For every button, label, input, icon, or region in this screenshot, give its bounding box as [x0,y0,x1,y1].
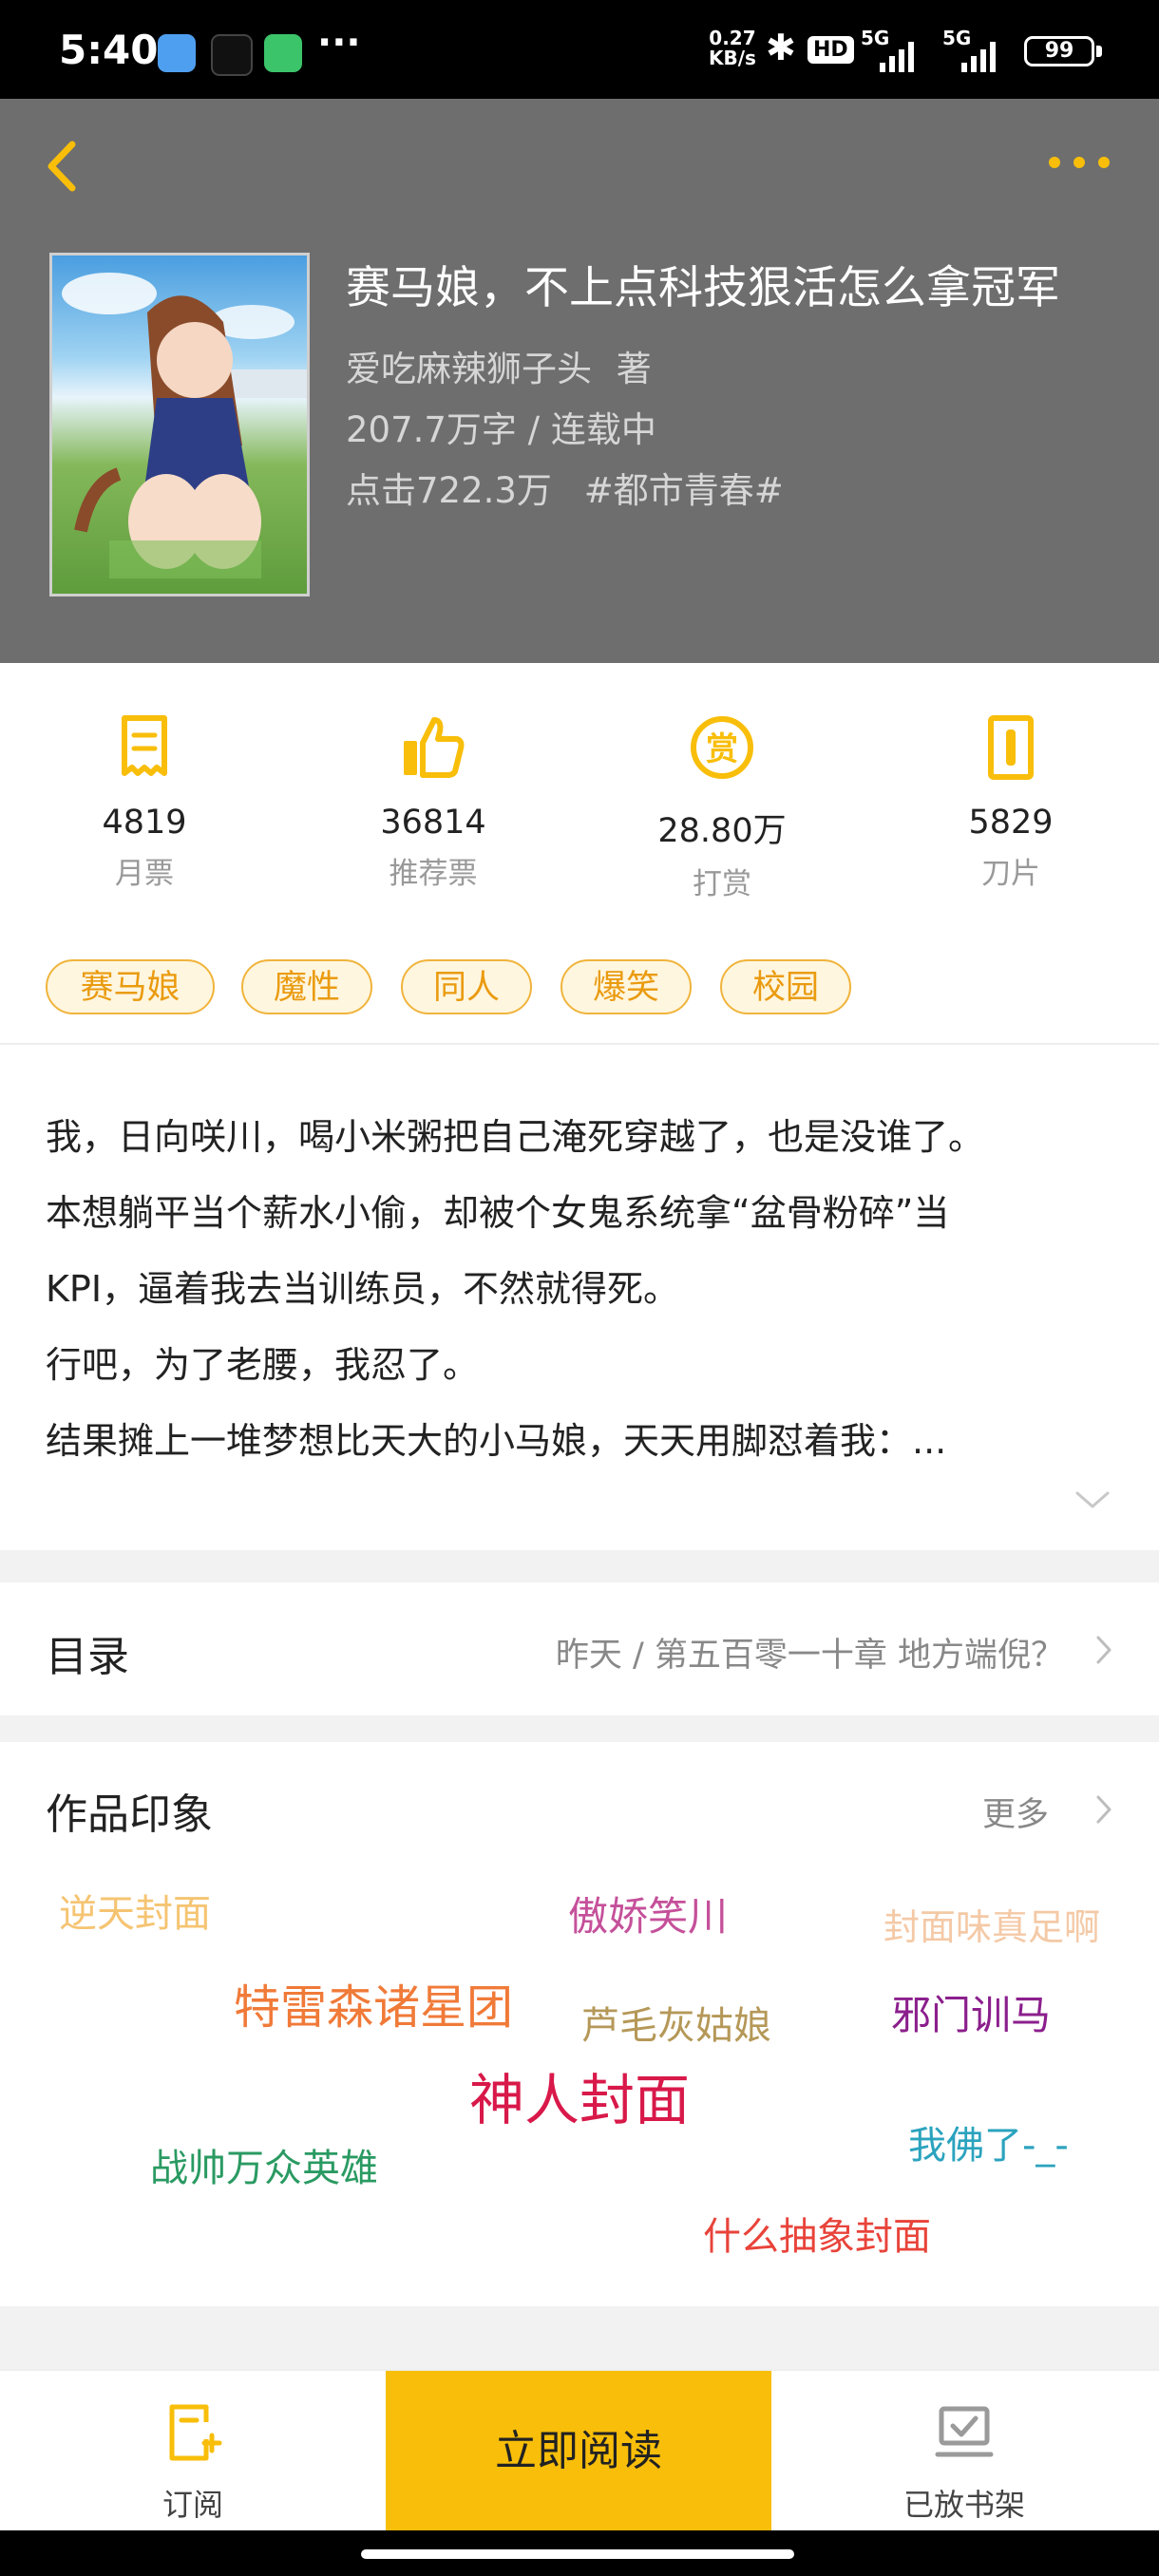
impressions-more-link[interactable]: 更多 [982,1788,1049,1836]
author-name[interactable]: 爱吃麻辣狮子头 [346,349,592,389]
more-options-icon[interactable] [1045,148,1113,177]
impression-word[interactable]: 特雷森诸星团 [234,1970,513,2037]
impression-word[interactable]: 芦毛灰姑娘 [581,1995,771,2050]
back-arrow-icon[interactable] [38,133,86,199]
catalog-row[interactable]: 目录 昨天 / 第五百零一十章 地方端倪？ [0,1582,1159,1715]
author-suffix: 著 [616,349,652,389]
system-nav-bar [0,2530,1159,2576]
stat-monthly-ticket[interactable]: 4819 月票 [2,712,287,892]
book-header: 赛马娘，不上点科技狠活怎么拿冠军 爱吃麻辣狮子头 著 207.7万字 / 连载中… [0,99,1159,663]
bookshelf-check-icon [935,2406,994,2457]
monthly-ticket-icon [122,715,167,776]
on-shelf-label: 已放书架 [902,2487,1025,2523]
battery-cap [1096,46,1102,57]
tag-chip[interactable]: 爆笑 [560,959,692,1014]
book-title: 赛马娘，不上点科技狠活怎么拿冠军 [346,262,1060,314]
status-more: ··· [317,21,361,65]
category-tag[interactable]: #都市青春# [584,470,784,511]
stat-value: 36814 [380,804,486,842]
impression-word[interactable]: 逆天封面 [59,1883,211,1938]
subscribe-button[interactable]: 订阅 [0,2371,386,2532]
tag-chip[interactable]: 校园 [720,959,851,1014]
tag-chip[interactable]: 魔性 [241,959,372,1014]
subscribe-icon [169,2404,222,2461]
read-now-button[interactable]: 立即阅读 [386,2371,771,2532]
tag-chip[interactable]: 同人 [401,959,532,1014]
impression-word[interactable]: 邪门训马 [891,1983,1051,2041]
hd-badge: HD [808,36,854,64]
impressions-section: 作品印象 更多 逆天封面 傲娇笑川 封面味真足啊 特雷森诸星团 芦毛灰姑娘 邪门… [0,1742,1159,2306]
clicks-category-line: 点击722.3万 #都市青春# [346,462,784,513]
word-count-status: 207.7万字 / 连载中 [346,409,656,450]
stat-label: 推荐票 [389,857,478,891]
weather-icon [158,34,196,72]
signal-bars-2-icon [961,38,996,72]
blade-icon [988,715,1034,780]
latest-chapter[interactable]: 昨天 / 第五百零一十章 地方端倪？ [556,1628,1064,1676]
impression-word[interactable]: 神人封面 [469,2055,690,2135]
impression-word[interactable]: 傲娇笑川 [568,1885,728,1942]
home-gesture-handle[interactable] [361,2549,794,2559]
stat-label: 月票 [115,857,174,891]
synopsis-line: 我，日向咲川，喝小米粥把自己淹死穿越了，也是没谁了。 [46,1116,985,1158]
status-time: 5:40 [59,27,159,73]
stat-blade[interactable]: 5829 刀片 [868,712,1153,892]
impression-word[interactable]: 我佛了-_- [908,2114,1069,2169]
chevron-right-icon [1096,1636,1112,1664]
synopsis-line: 结果摊上一堆梦想比天大的小马娘，天天用脚怼着我：... [46,1420,947,1462]
synopsis-line: KPI，逼着我去当训练员，不然就得死。 [46,1268,680,1310]
synopsis-line: 本想躺平当个薪水小偷，却被个女鬼系统拿“盆骨粉碎”当 [46,1192,950,1234]
impression-word[interactable]: 封面味真足啊 [884,1898,1100,1950]
reward-icon: 赏 [691,716,753,779]
stat-reward[interactable]: 赏 28.80万 打赏 [580,712,864,902]
battery-icon: 99 [1024,36,1094,66]
stat-value: 4819 [102,804,187,842]
author-line: 爱吃麻辣狮子头 著 [346,340,652,391]
synopsis-line: 行吧，为了老腰，我忍了。 [46,1344,480,1386]
impression-word[interactable]: 什么抽象封面 [703,2206,931,2261]
net-speed-unit: KB/s [709,47,756,69]
impression-word[interactable]: 战帅万众英雄 [150,2137,378,2192]
tag-chip[interactable]: 赛马娘 [46,959,215,1014]
stat-value: 28.80万 [657,812,787,850]
status-bar: 5:40 ··· 0.27 KB/s ✱ HD 5G 5G 99 [0,0,1159,99]
synopsis-section[interactable]: 我，日向咲川，喝小米粥把自己淹死穿越了，也是没谁了。 本想躺平当个薪水小偷，却被… [0,1045,1159,1550]
tiktok-icon [211,34,253,76]
bottom-action-bar: 订阅 立即阅读 已放书架 [0,2369,1159,2532]
stat-label: 刀片 [981,857,1040,891]
chevron-right-icon[interactable] [1094,1793,1113,1826]
chevron-down-icon[interactable] [1074,1489,1112,1512]
net-speed-value: 0.27 [709,27,756,49]
stat-label: 打赏 [693,867,751,901]
thumbs-up-icon [404,717,465,778]
stats-panel: 4819 月票 36814 推荐票 赏 28.80万 打赏 5829 刀片 赛马… [0,663,1159,1043]
stat-recommend[interactable]: 36814 推荐票 [291,712,576,892]
book-cover-image[interactable] [49,253,310,597]
stat-value: 5829 [968,804,1054,842]
bluetooth-icon: ✱ [766,27,796,68]
click-count: 点击722.3万 [346,470,552,511]
catalog-label: 目录 [46,1633,129,1681]
net-speed: 0.27 KB/s [709,28,756,68]
svg-text:赏: 赏 [706,730,738,768]
impressions-heading: 作品印象 [46,1790,213,1839]
signal-bars-1-icon [880,38,914,72]
app-icon [264,34,302,72]
on-shelf-button[interactable]: 已放书架 [771,2371,1157,2532]
subscribe-label: 订阅 [162,2487,223,2523]
